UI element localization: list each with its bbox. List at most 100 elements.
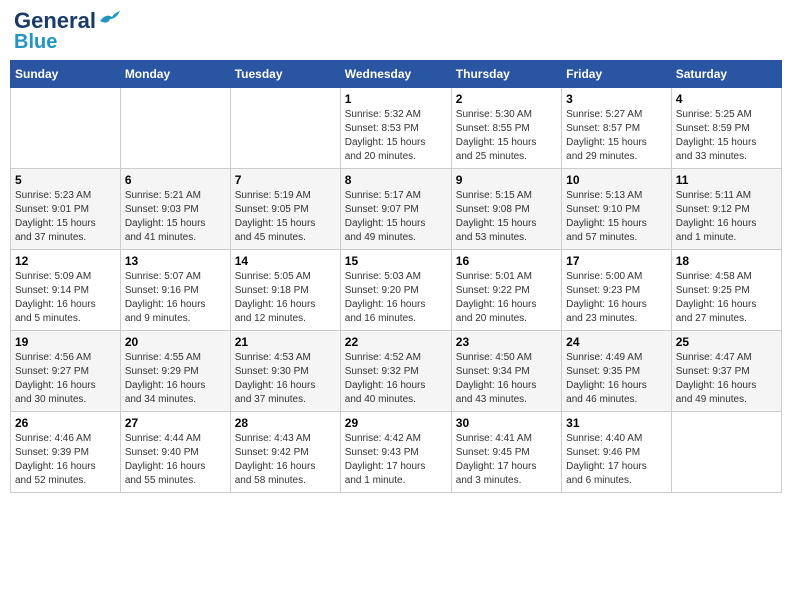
- day-info: Sunrise: 4:49 AM Sunset: 9:35 PM Dayligh…: [566, 351, 667, 407]
- calendar-cell: 30 Sunrise: 4:41 AM Sunset: 9:45 PM Dayli…: [451, 412, 561, 493]
- calendar-cell: 18 Sunrise: 4:58 AM Sunset: 9:25 PM Dayli…: [671, 250, 781, 331]
- week-row-4: 19Sunrise: 4:56 AM Sunset: 9:27 PM Dayli…: [11, 331, 782, 412]
- day-info: Sunrise: 5:21 AM Sunset: 9:03 PM Dayligh…: [125, 189, 226, 245]
- calendar-cell: 10 Sunrise: 5:13 AM Sunset: 9:10 PM Dayli…: [562, 169, 672, 250]
- day-number: 10: [566, 173, 667, 187]
- calendar-cell: 20 Sunrise: 4:55 AM Sunset: 9:29 PM Dayli…: [120, 331, 230, 412]
- calendar-cell: 22 Sunrise: 4:52 AM Sunset: 9:32 PM Dayli…: [340, 331, 451, 412]
- week-row-3: 12Sunrise: 5:09 AM Sunset: 9:14 PM Dayli…: [11, 250, 782, 331]
- calendar-cell: 2Sunrise: 5:30 AM Sunset: 8:55 PM Daylig…: [451, 88, 561, 169]
- day-number: 11: [676, 173, 777, 187]
- day-number: 20: [125, 335, 226, 349]
- day-number: 25: [676, 335, 777, 349]
- logo-bird-icon: [98, 11, 120, 29]
- day-number: 23: [456, 335, 557, 349]
- day-info: Sunrise: 4:47 AM Sunset: 9:37 PM Dayligh…: [676, 351, 777, 407]
- days-header-row: SundayMondayTuesdayWednesdayThursdayFrid…: [11, 61, 782, 88]
- day-number: 18: [676, 254, 777, 268]
- calendar-cell: 28 Sunrise: 4:43 AM Sunset: 9:42 PM Dayli…: [230, 412, 340, 493]
- day-info: Sunrise: 5:30 AM Sunset: 8:55 PM Dayligh…: [456, 108, 557, 164]
- day-info: Sunrise: 4:44 AM Sunset: 9:40 PM Dayligh…: [125, 432, 226, 488]
- calendar-cell: 3 Sunrise: 5:27 AM Sunset: 8:57 PM Daylig…: [562, 88, 672, 169]
- calendar-cell: 24 Sunrise: 4:49 AM Sunset: 9:35 PM Dayli…: [562, 331, 672, 412]
- week-row-1: 1 Sunrise: 5:32 AM Sunset: 8:53 PM Daylig…: [11, 88, 782, 169]
- day-info: Sunrise: 5:15 AM Sunset: 9:08 PM Dayligh…: [456, 189, 557, 245]
- day-info: Sunrise: 4:41 AM Sunset: 9:45 PM Dayligh…: [456, 432, 557, 488]
- day-info: Sunrise: 5:05 AM Sunset: 9:18 PM Dayligh…: [235, 270, 336, 326]
- day-info: Sunrise: 5:17 AM Sunset: 9:07 PM Dayligh…: [345, 189, 447, 245]
- calendar-cell: 26Sunrise: 4:46 AM Sunset: 9:39 PM Dayli…: [11, 412, 121, 493]
- day-number: 9: [456, 173, 557, 187]
- day-info: Sunrise: 5:09 AM Sunset: 9:14 PM Dayligh…: [15, 270, 116, 326]
- calendar-cell: 21Sunrise: 4:53 AM Sunset: 9:30 PM Dayli…: [230, 331, 340, 412]
- day-info: Sunrise: 4:56 AM Sunset: 9:27 PM Dayligh…: [15, 351, 116, 407]
- day-info: Sunrise: 5:27 AM Sunset: 8:57 PM Dayligh…: [566, 108, 667, 164]
- header-tuesday: Tuesday: [230, 61, 340, 88]
- day-info: Sunrise: 5:07 AM Sunset: 9:16 PM Dayligh…: [125, 270, 226, 326]
- day-number: 15: [345, 254, 447, 268]
- calendar-cell: 8Sunrise: 5:17 AM Sunset: 9:07 PM Daylig…: [340, 169, 451, 250]
- calendar-cell: 15 Sunrise: 5:03 AM Sunset: 9:20 PM Dayli…: [340, 250, 451, 331]
- day-number: 16: [456, 254, 557, 268]
- calendar-cell: 31Sunrise: 4:40 AM Sunset: 9:46 PM Dayli…: [562, 412, 672, 493]
- calendar-cell: 27 Sunrise: 4:44 AM Sunset: 9:40 PM Dayli…: [120, 412, 230, 493]
- day-number: 29: [345, 416, 447, 430]
- calendar-cell: 23Sunrise: 4:50 AM Sunset: 9:34 PM Dayli…: [451, 331, 561, 412]
- header-thursday: Thursday: [451, 61, 561, 88]
- day-number: 13: [125, 254, 226, 268]
- day-number: 7: [235, 173, 336, 187]
- calendar-cell: 11 Sunrise: 5:11 AM Sunset: 9:12 PM Dayli…: [671, 169, 781, 250]
- day-info: Sunrise: 5:23 AM Sunset: 9:01 PM Dayligh…: [15, 189, 116, 245]
- calendar-cell: [11, 88, 121, 169]
- day-info: Sunrise: 4:58 AM Sunset: 9:25 PM Dayligh…: [676, 270, 777, 326]
- day-number: 14: [235, 254, 336, 268]
- calendar-cell: [230, 88, 340, 169]
- day-number: 5: [15, 173, 116, 187]
- header-friday: Friday: [562, 61, 672, 88]
- day-number: 31: [566, 416, 667, 430]
- day-info: Sunrise: 5:32 AM Sunset: 8:53 PM Dayligh…: [345, 108, 447, 164]
- calendar-cell: 16 Sunrise: 5:01 AM Sunset: 9:22 PM Dayli…: [451, 250, 561, 331]
- day-info: Sunrise: 4:52 AM Sunset: 9:32 PM Dayligh…: [345, 351, 447, 407]
- day-info: Sunrise: 5:11 AM Sunset: 9:12 PM Dayligh…: [676, 189, 777, 245]
- day-number: 28: [235, 416, 336, 430]
- day-info: Sunrise: 5:19 AM Sunset: 9:05 PM Dayligh…: [235, 189, 336, 245]
- day-info: Sunrise: 4:55 AM Sunset: 9:29 PM Dayligh…: [125, 351, 226, 407]
- calendar-cell: 14 Sunrise: 5:05 AM Sunset: 9:18 PM Dayli…: [230, 250, 340, 331]
- day-number: 24: [566, 335, 667, 349]
- day-info: Sunrise: 5:13 AM Sunset: 9:10 PM Dayligh…: [566, 189, 667, 245]
- header-saturday: Saturday: [671, 61, 781, 88]
- day-info: Sunrise: 4:43 AM Sunset: 9:42 PM Dayligh…: [235, 432, 336, 488]
- calendar-cell: 17 Sunrise: 5:00 AM Sunset: 9:23 PM Dayli…: [562, 250, 672, 331]
- day-info: Sunrise: 5:00 AM Sunset: 9:23 PM Dayligh…: [566, 270, 667, 326]
- day-info: Sunrise: 5:01 AM Sunset: 9:22 PM Dayligh…: [456, 270, 557, 326]
- calendar-cell: 5 Sunrise: 5:23 AM Sunset: 9:01 PM Daylig…: [11, 169, 121, 250]
- day-number: 26: [15, 416, 116, 430]
- logo: General Blue: [14, 10, 120, 52]
- day-info: Sunrise: 5:03 AM Sunset: 9:20 PM Dayligh…: [345, 270, 447, 326]
- calendar-cell: 25 Sunrise: 4:47 AM Sunset: 9:37 PM Dayli…: [671, 331, 781, 412]
- calendar-cell: [671, 412, 781, 493]
- calendar-cell: 6 Sunrise: 5:21 AM Sunset: 9:03 PM Daylig…: [120, 169, 230, 250]
- logo-text: General: [14, 10, 96, 32]
- calendar-cell: 13 Sunrise: 5:07 AM Sunset: 9:16 PM Dayli…: [120, 250, 230, 331]
- day-number: 22: [345, 335, 447, 349]
- day-number: 6: [125, 173, 226, 187]
- header-wednesday: Wednesday: [340, 61, 451, 88]
- calendar-table: SundayMondayTuesdayWednesdayThursdayFrid…: [10, 60, 782, 493]
- header: General Blue: [10, 10, 782, 52]
- day-info: Sunrise: 5:25 AM Sunset: 8:59 PM Dayligh…: [676, 108, 777, 164]
- day-number: 3: [566, 92, 667, 106]
- day-number: 27: [125, 416, 226, 430]
- day-number: 1: [345, 92, 447, 106]
- day-number: 30: [456, 416, 557, 430]
- week-row-2: 5 Sunrise: 5:23 AM Sunset: 9:01 PM Daylig…: [11, 169, 782, 250]
- calendar-cell: 9 Sunrise: 5:15 AM Sunset: 9:08 PM Daylig…: [451, 169, 561, 250]
- day-number: 4: [676, 92, 777, 106]
- calendar-cell: 19Sunrise: 4:56 AM Sunset: 9:27 PM Dayli…: [11, 331, 121, 412]
- calendar-cell: 4 Sunrise: 5:25 AM Sunset: 8:59 PM Daylig…: [671, 88, 781, 169]
- calendar-cell: 1 Sunrise: 5:32 AM Sunset: 8:53 PM Daylig…: [340, 88, 451, 169]
- calendar-cell: 7 Sunrise: 5:19 AM Sunset: 9:05 PM Daylig…: [230, 169, 340, 250]
- calendar-cell: 29Sunrise: 4:42 AM Sunset: 9:43 PM Dayli…: [340, 412, 451, 493]
- day-number: 17: [566, 254, 667, 268]
